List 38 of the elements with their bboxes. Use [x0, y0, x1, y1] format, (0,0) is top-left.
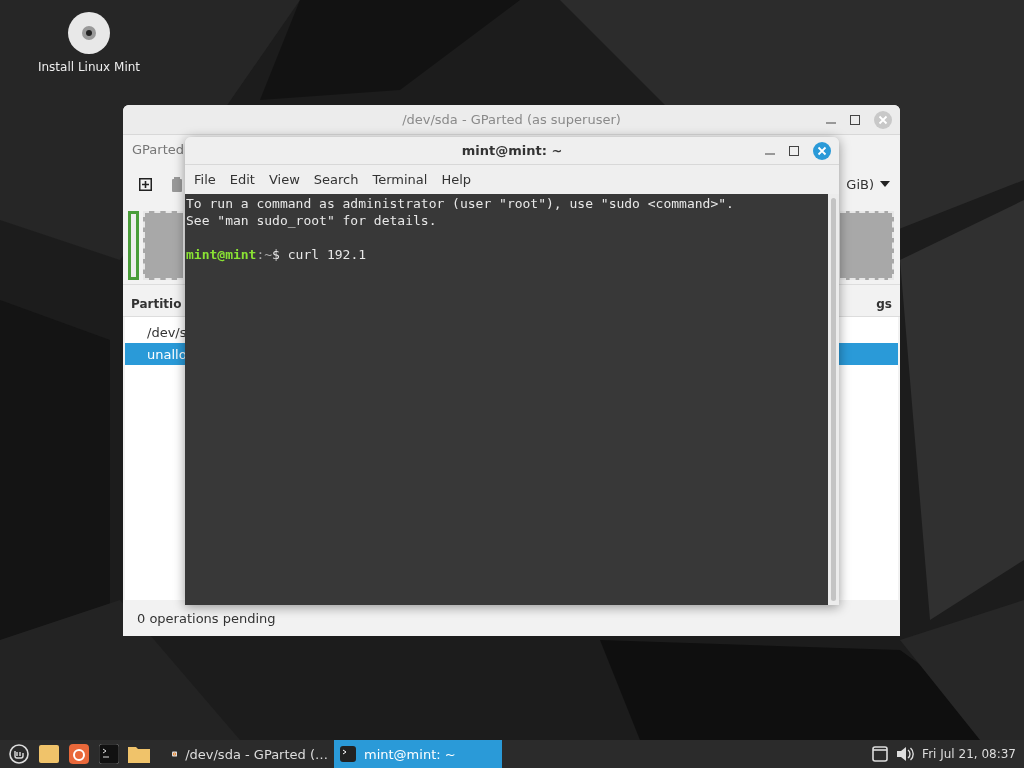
menu-item[interactable]: Edit [224, 170, 260, 189]
caret-icon [880, 181, 890, 187]
terminal-icon[interactable] [99, 744, 119, 764]
column-header[interactable]: Partitio [131, 296, 182, 311]
browser-icon[interactable] [69, 744, 89, 764]
window-title: /dev/sda - GParted (as superuser) [402, 112, 621, 127]
scrollbar-thumb[interactable] [831, 198, 836, 601]
device-dropdown[interactable]: GiB) [846, 172, 890, 196]
terminal-icon [340, 746, 356, 762]
disc-icon[interactable] [68, 12, 110, 54]
trash-icon[interactable] [172, 176, 182, 192]
menu-item[interactable]: Help [436, 170, 477, 189]
terminal-line: To run a command as administrator (user "root"), use "sudo <command>". [186, 195, 735, 212]
clock[interactable]: Fri Jul 21, 08:37 [922, 747, 1016, 761]
column-header[interactable]: gs [876, 296, 892, 311]
unallocated-bar[interactable] [142, 211, 183, 280]
new-icon[interactable] [139, 177, 152, 191]
folder-icon[interactable] [128, 745, 150, 763]
close-icon[interactable] [813, 141, 831, 160]
close-icon[interactable] [874, 110, 892, 129]
status-text: 0 operations pending [136, 609, 277, 628]
window-icon[interactable] [872, 746, 889, 762]
taskbar-window-button[interactable]: /dev/sda - GParted (… [166, 740, 334, 768]
prompt-line: mint@mint:~$ curl 192.1 [186, 246, 368, 263]
menu-item[interactable]: Terminal [367, 170, 433, 189]
menu-item[interactable]: Search [308, 170, 364, 189]
desktop-icon-label[interactable]: Install Linux Mint [37, 60, 141, 74]
menu-icon[interactable] [9, 744, 29, 764]
window-title: mint@mint: ~ [461, 143, 563, 158]
volume-icon[interactable] [896, 746, 915, 762]
maximize-icon[interactable] [789, 145, 799, 156]
partition-bar[interactable] [128, 211, 139, 280]
maximize-icon[interactable] [850, 114, 860, 125]
terminal-line: See "man sudo_root" for details. [186, 212, 438, 229]
unallocated-bar[interactable] [839, 211, 894, 280]
menu-item[interactable]: File [189, 170, 221, 189]
menu-item[interactable]: GParted [127, 139, 189, 159]
menu-item[interactable]: View [263, 170, 305, 189]
